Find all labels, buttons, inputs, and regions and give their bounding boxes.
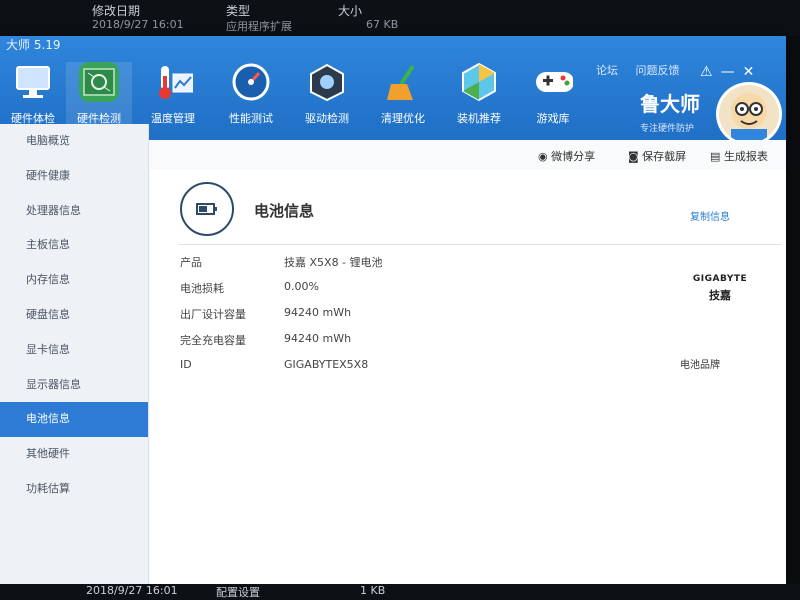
minimize-icon[interactable]: — [721, 64, 743, 80]
toolbar-games[interactable]: 游戏库 [520, 62, 586, 134]
speedometer-icon [231, 62, 271, 102]
row-value: 0.00% [284, 280, 319, 293]
action-bar: ◉ 微博分享 ◙ 保存截屏 ▤ 生成报表 [150, 140, 786, 171]
feedback-link[interactable]: 问题反馈 [636, 64, 680, 77]
brand-block: 鲁大师 专注硬件防护 [640, 88, 700, 134]
window-controls: ⚠—✕ [700, 64, 762, 80]
background-file-row: 2018/9/27 16:01 配置设置 1 KB [0, 584, 800, 600]
close-icon[interactable]: ✕ [743, 64, 763, 80]
row-label: 产品 [180, 256, 202, 269]
generate-report-button[interactable]: ▤ 生成报表 [710, 148, 768, 164]
thermometer-icon [153, 62, 193, 102]
save-screenshot-button[interactable]: ◙ 保存截屏 [628, 148, 686, 164]
row-label: 出厂设计容量 [180, 308, 246, 321]
brand-caption: 电池品牌 [680, 360, 720, 371]
sidebar-item-gpu[interactable]: 显卡信息 [0, 333, 148, 368]
row-value: 技嘉 X5X8 - 锂电池 [284, 256, 383, 269]
logo-text-cn: 技嘉 [709, 289, 731, 302]
column-modified: 修改日期 [92, 4, 141, 18]
hexagon-icon [459, 62, 499, 102]
page-title: 电池信息 [254, 202, 315, 220]
toolbar-temperature[interactable]: 温度管理 [140, 62, 206, 134]
warning-icon[interactable]: ⚠ [700, 64, 721, 80]
listing-size: 67 KB [366, 18, 399, 31]
row-label: 电池损耗 [180, 282, 224, 295]
column-size: 大小 [338, 4, 363, 18]
sidebar-item-monitor[interactable]: 显示器信息 [0, 368, 148, 403]
toolbar-cleanup[interactable]: 清理优化 [370, 62, 436, 134]
report-icon: ▤ [710, 150, 724, 163]
battery-icon [180, 182, 234, 236]
toolbar-label: 清理优化 [381, 112, 425, 125]
gigabyte-logo: GIGABYTE 技嘉 [680, 274, 760, 303]
toolbar-label: 性能测试 [229, 112, 273, 125]
toolbar-label: 驱动检测 [305, 112, 349, 125]
sidebar-item-battery[interactable]: 电池信息 [0, 402, 148, 438]
column-type: 类型 [226, 4, 251, 18]
driver-cube-icon [307, 62, 347, 102]
toolbar-label: 游戏库 [536, 112, 570, 125]
listing-size: 1 KB [360, 584, 386, 597]
app-title: 大师 5.19 [6, 38, 61, 52]
gamepad-icon [533, 62, 573, 102]
sidebar-item-power[interactable]: 功耗估算 [0, 472, 148, 507]
broom-icon [383, 62, 423, 102]
row-value: 94240 mWh [284, 332, 352, 345]
share-label: 微博分享 [551, 150, 596, 163]
sidebar-item-memory[interactable]: 内存信息 [0, 263, 148, 298]
toolbar-label: 装机推荐 [457, 112, 501, 125]
sidebar-item-overview[interactable]: 电脑概览 [0, 124, 148, 159]
toolbar-driver[interactable]: 驱动检测 [294, 62, 360, 134]
sidebar: 电脑概览 硬件健康 处理器信息 主板信息 内存信息 硬盘信息 显卡信息 显示器信… [0, 124, 149, 584]
camera-icon: ◙ [628, 150, 643, 163]
sidebar-item-other[interactable]: 其他硬件 [0, 437, 148, 472]
report-label: 生成报表 [723, 150, 768, 163]
row-value: 94240 mWh [284, 306, 352, 319]
copy-info-button[interactable]: 复制信息 [690, 208, 730, 223]
toolbar-performance[interactable]: 性能测试 [218, 62, 284, 134]
monitor-icon [13, 62, 53, 102]
brand-tagline: 专注硬件防护 [640, 124, 695, 134]
title-links: 论坛 问题反馈 [596, 62, 694, 78]
logo-text-en: GIGABYTE [692, 274, 748, 284]
row-value: GIGABYTEX5X8 [284, 358, 369, 371]
divider [178, 244, 782, 245]
toolbar-build-recommend[interactable]: 装机推荐 [446, 62, 512, 134]
listing-date: 2018/9/27 16:01 [92, 18, 184, 31]
mascot-avatar [716, 82, 782, 146]
screenshot-label: 保存截屏 [642, 150, 687, 163]
row-label: ID [180, 358, 192, 371]
circuit-board-icon [79, 62, 119, 102]
listing-type: 应用程序扩展 [226, 20, 292, 33]
app-window: 大师 5.19 硬件体检 硬件检测 温度管理 性能测试 驱动检测 清理优化 装机… [0, 36, 786, 584]
battery-panel: 电池信息 复制信息 产品 技嘉 X5X8 - 锂电池 电池损耗 0.00% 出厂… [150, 170, 786, 584]
row-label: 完全充电容量 [180, 334, 246, 347]
brand-name: 鲁大师 [640, 92, 700, 116]
background-file-listing: 修改日期 类型 大小 2018/9/27 16:01 应用程序扩展 67 KB [0, 0, 800, 36]
sidebar-item-motherboard[interactable]: 主板信息 [0, 228, 148, 263]
sidebar-item-disk[interactable]: 硬盘信息 [0, 298, 148, 333]
listing-date: 2018/9/27 16:01 [86, 584, 178, 597]
toolbar-label: 温度管理 [151, 112, 195, 125]
sidebar-item-health[interactable]: 硬件健康 [0, 159, 148, 194]
weibo-icon: ◉ [538, 150, 552, 163]
listing-type: 配置设置 [216, 586, 260, 599]
sidebar-item-cpu[interactable]: 处理器信息 [0, 194, 148, 229]
weibo-share-button[interactable]: ◉ 微博分享 [538, 148, 595, 164]
forum-link[interactable]: 论坛 [596, 64, 618, 77]
